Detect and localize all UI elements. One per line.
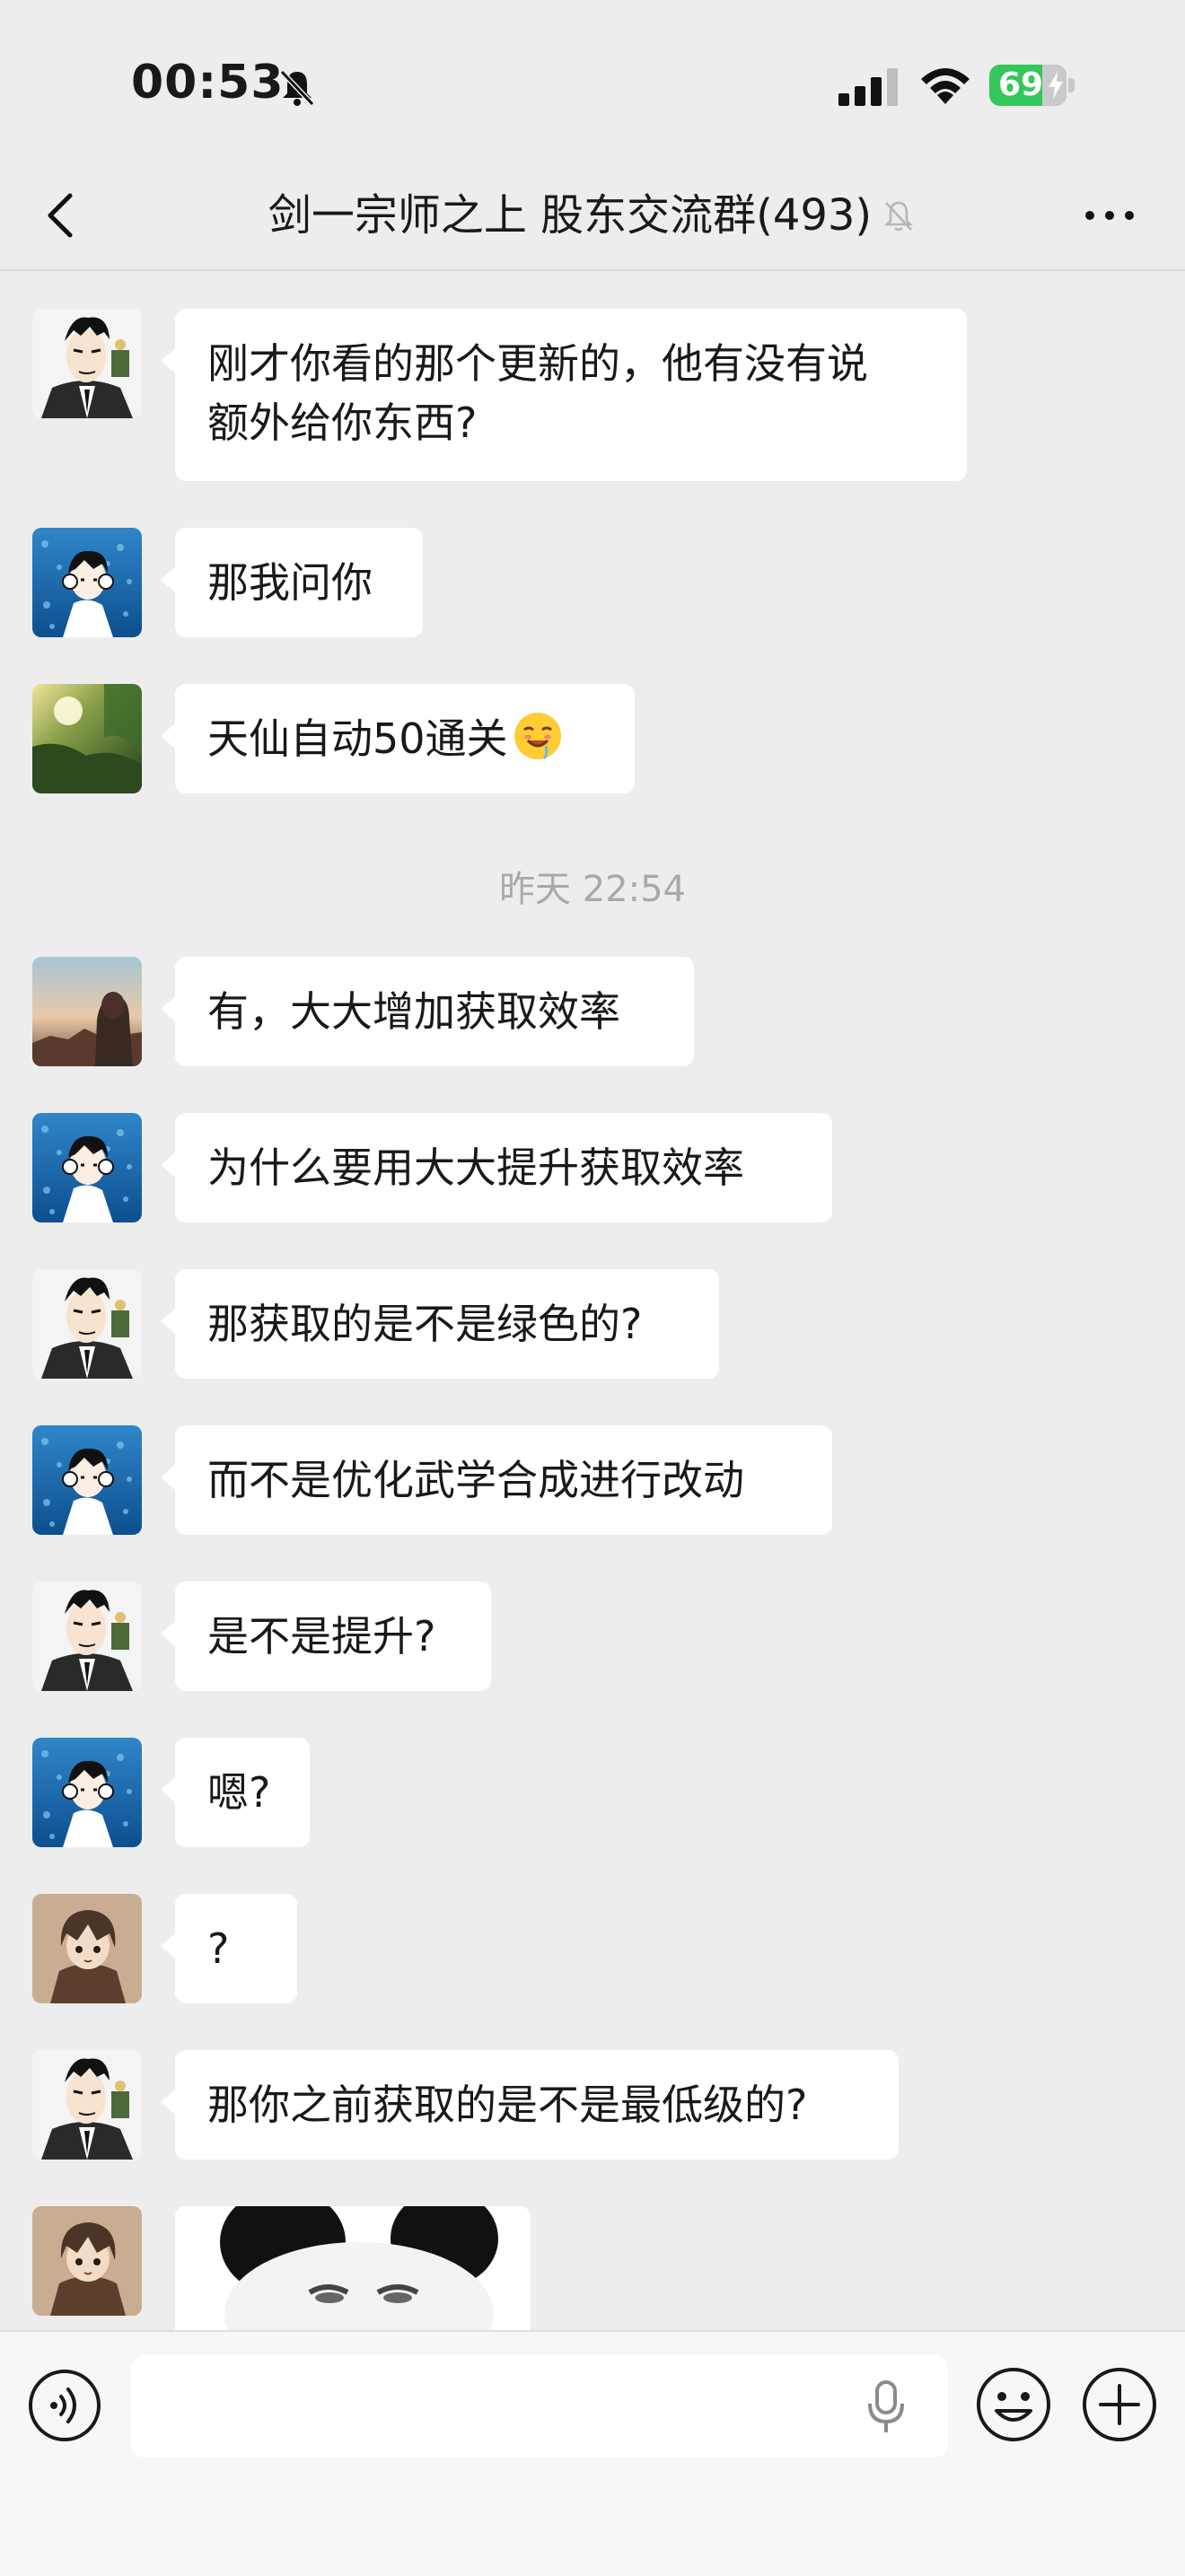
avatar[interactable]	[32, 684, 142, 793]
message-bubble[interactable]: 那获取的是不是绿色的?	[161, 1269, 719, 1379]
battery-level-text: 69	[997, 66, 1044, 103]
input-bar	[0, 2330, 1185, 2576]
avatar[interactable]	[32, 1582, 142, 1691]
message-bubble[interactable]: 有，大大增加获取效率	[161, 957, 694, 1066]
avatar[interactable]	[32, 1425, 142, 1535]
bell-off-icon	[279, 69, 315, 107]
message-bubble[interactable]: 而不是优化武学合成进行改动	[161, 1425, 832, 1535]
avatar[interactable]	[32, 1269, 142, 1379]
signal-icon	[838, 68, 898, 106]
chat-header: 剑一宗师之上 股东交流群(493)	[0, 162, 1185, 271]
voice-icon[interactable]	[27, 2368, 102, 2443]
message-bubble[interactable]: 为什么要用大大提升获取效率	[161, 1113, 832, 1222]
status-time: 00:53	[131, 56, 285, 110]
message-bubble[interactable]: 是不是提升?	[161, 1582, 491, 1691]
emoji-icon[interactable]	[975, 2366, 1052, 2443]
message-bubble[interactable]: 刚才你看的那个更新的，他有没有说 额外给你东西?	[161, 309, 967, 481]
avatar[interactable]	[32, 2206, 142, 2316]
charging-bolt-icon	[1049, 72, 1063, 99]
avatar[interactable]	[32, 1113, 142, 1222]
avatar[interactable]	[32, 2050, 142, 2160]
panda-meme-sticker[interactable]	[175, 2206, 531, 2330]
avatar[interactable]	[32, 1894, 142, 2003]
message-bubble[interactable]: 天仙自动50通关	[161, 684, 635, 793]
chat-title-wrap[interactable]: 剑一宗师之上 股东交流群(493)	[0, 185, 1185, 246]
plus-icon[interactable]	[1081, 2366, 1158, 2443]
mute-bell-icon	[884, 201, 914, 232]
chat-title: 剑一宗师之上 股东交流群(493)	[268, 190, 873, 241]
microphone-icon[interactable]	[864, 2379, 908, 2436]
wifi-icon	[921, 68, 970, 104]
more-options-button[interactable]	[1077, 194, 1142, 237]
message-bubble[interactable]: 那你之前获取的是不是最低级的?	[161, 2050, 899, 2160]
message-bubble[interactable]: 嗯?	[161, 1738, 310, 1847]
message-input[interactable]	[131, 2355, 948, 2458]
timestamp: 昨天 22:54	[499, 869, 686, 910]
status-bar: 00:53 69	[0, 0, 1185, 162]
battery-indicator: 69	[989, 65, 1075, 106]
drooling-face-emoji	[514, 713, 561, 760]
avatar[interactable]	[32, 528, 142, 637]
message-bubble[interactable]: 那我问你	[161, 528, 423, 637]
message-text: 天仙自动50通关	[207, 714, 508, 763]
message-bubble[interactable]: ?	[161, 1894, 297, 2003]
avatar[interactable]	[32, 1738, 142, 1847]
avatar[interactable]	[32, 309, 142, 418]
avatar[interactable]	[32, 957, 142, 1066]
